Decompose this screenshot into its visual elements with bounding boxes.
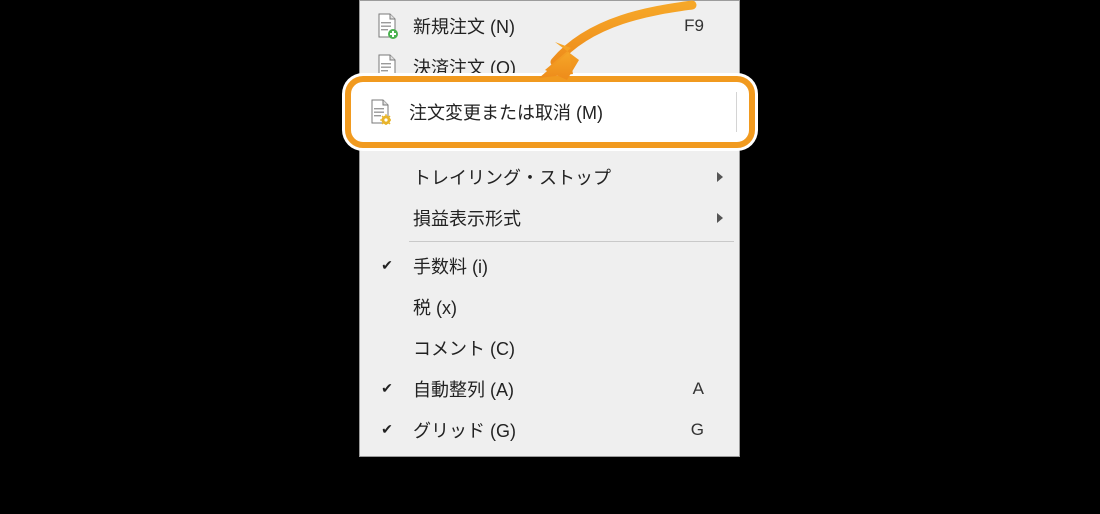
- context-menu: 新規注文 (N) F9 決済注文 (O) トレイリング・ストップ: [359, 0, 740, 457]
- menu-item-label: グリッド (G): [413, 417, 670, 443]
- menu-item-label: 税 (x): [413, 294, 670, 320]
- menu-item-auto-arrange[interactable]: ✔ 自動整列 (A) A: [361, 368, 738, 409]
- chevron-right-icon: [704, 171, 724, 183]
- menu-item-label: 注文変更または取消 (M): [409, 99, 735, 125]
- menu-item-label: コメント (C): [413, 335, 670, 361]
- menu-item-grid[interactable]: ✔ グリッド (G) G: [361, 409, 738, 450]
- chevron-right-icon: [704, 212, 724, 224]
- menu-item-label: 新規注文 (N): [413, 13, 670, 39]
- menu-item-comment[interactable]: コメント (C): [361, 327, 738, 368]
- menu-item-modify-cancel[interactable]: 注文変更または取消 (M): [345, 76, 755, 148]
- menu-item-tax[interactable]: 税 (x): [361, 286, 738, 327]
- menu-item-new-order[interactable]: 新規注文 (N) F9: [361, 5, 738, 46]
- menu-item-accel: G: [670, 420, 704, 440]
- menu-item-label: 自動整列 (A): [413, 376, 670, 402]
- menu-item-profit-display[interactable]: 損益表示形式: [361, 197, 738, 238]
- doc-plus-icon: [361, 13, 413, 39]
- menu-item-label: 手数料 (i): [413, 253, 670, 279]
- doc-gear-icon: [351, 99, 409, 125]
- divider: [736, 92, 737, 132]
- menu-separator: [409, 241, 734, 242]
- menu-item-accel: F9: [670, 16, 704, 36]
- menu-item-trailing-stop[interactable]: トレイリング・ストップ: [361, 156, 738, 197]
- menu-item-accel: A: [670, 379, 704, 399]
- checkmark-icon: ✔: [361, 257, 413, 274]
- menu-item-commission[interactable]: ✔ 手数料 (i): [361, 245, 738, 286]
- menu-item-label: 損益表示形式: [413, 205, 670, 231]
- checkmark-icon: ✔: [361, 421, 413, 438]
- checkmark-icon: ✔: [361, 380, 413, 397]
- menu-item-label: トレイリング・ストップ: [413, 164, 670, 190]
